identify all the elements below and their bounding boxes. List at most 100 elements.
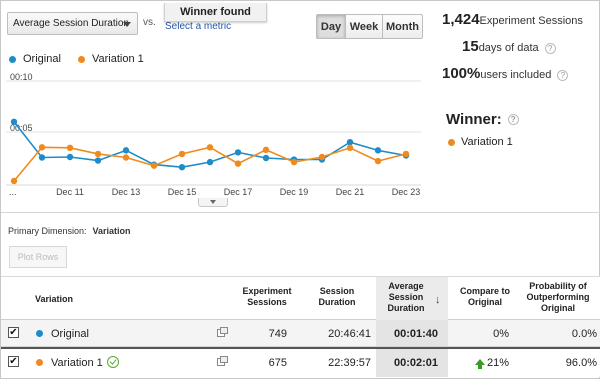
- x-tick-label: Dec 21: [336, 187, 365, 197]
- data-point-variation: [122, 154, 130, 161]
- table-header: Variation Experiment Sessions Session Du…: [1, 276, 600, 321]
- data-point-variation: [150, 162, 158, 169]
- data-point-variation: [374, 157, 382, 165]
- data-point-variation: [66, 144, 74, 152]
- x-tick-label: Dec 17: [224, 187, 253, 197]
- stat-days-label: days of data: [478, 42, 539, 54]
- table-row: ✔ Original 749 20:46:41 00:01:40 0% 0.0%: [1, 320, 600, 347]
- y-tick-label: 00:10: [10, 72, 33, 82]
- help-icon[interactable]: ?: [507, 114, 519, 125]
- series-dot-original: [36, 330, 43, 337]
- vs-label: vs.: [143, 17, 156, 28]
- stat-days: 15 days of data ?: [462, 38, 556, 55]
- primary-dimension-label: Primary Dimension:: [8, 226, 87, 236]
- data-point-original: [10, 118, 18, 125]
- chart-collapse-toggle[interactable]: [198, 198, 228, 207]
- stat-sessions: 1,424 Experiment Sessions: [442, 11, 583, 28]
- data-point-original: [346, 139, 354, 146]
- row-sessions: 675: [268, 357, 287, 369]
- legend-variation: Variation 1: [78, 53, 144, 65]
- range-day-button[interactable]: Day: [316, 14, 346, 39]
- section-divider: [1, 212, 600, 213]
- data-point-original: [234, 149, 242, 156]
- data-point-original: [374, 147, 382, 154]
- row-compare: 21%: [486, 357, 509, 369]
- data-point-variation: [178, 150, 186, 158]
- data-point-variation: [94, 150, 102, 158]
- data-point-variation: [290, 158, 298, 166]
- legend-original: Original: [9, 53, 61, 65]
- x-tick-label: ...: [9, 187, 17, 197]
- legend-dot-original: [9, 55, 16, 63]
- winner-found-banner: Winner found: [164, 3, 267, 22]
- row-checkbox[interactable]: ✔: [8, 327, 19, 338]
- data-point-original: [38, 154, 46, 161]
- primary-dimension: Primary Dimension: Variation: [8, 226, 131, 236]
- table-row: ✔ Variation 1 675 22:39:57 00:02:01 21% …: [1, 347, 600, 377]
- x-tick-label: Dec 23: [392, 187, 421, 197]
- stat-sessions-value: 1,424: [442, 11, 480, 28]
- data-point-original: [122, 147, 130, 154]
- row-avg-duration: 00:02:01: [393, 357, 438, 369]
- data-point-variation: [318, 153, 326, 161]
- legend-original-label: Original: [23, 53, 61, 65]
- data-point-variation: [402, 150, 410, 158]
- row-variation-name[interactable]: Variation 1: [51, 357, 103, 369]
- winner-dot: [448, 138, 455, 146]
- series-dot-variation: [36, 359, 43, 366]
- help-icon[interactable]: ?: [557, 70, 569, 81]
- range-week-button[interactable]: Week: [345, 14, 383, 39]
- row-compare: 0%: [493, 328, 509, 340]
- data-point-variation: [234, 160, 242, 167]
- plot-rows-button[interactable]: Plot Rows: [9, 246, 67, 268]
- stat-users: 100% users included ?: [442, 65, 569, 82]
- data-point-original: [66, 153, 74, 161]
- row-probability: 0.0%: [571, 328, 597, 340]
- row-variation-name[interactable]: Original: [51, 328, 89, 340]
- data-point-variation: [206, 144, 214, 151]
- winner-title: Winner: ?: [446, 111, 519, 128]
- data-point-variation: [38, 144, 46, 151]
- header-probability[interactable]: Probability of Outperforming Original: [522, 281, 594, 314]
- metric-select-label: Average Session Duration: [13, 18, 129, 29]
- stat-sessions-label: Experiment Sessions: [479, 15, 583, 27]
- winner-name: Variation 1: [461, 136, 513, 148]
- x-tick-label: Dec 15: [168, 187, 197, 197]
- header-compare[interactable]: Compare to Original: [453, 286, 517, 308]
- chevron-down-icon: [123, 22, 131, 27]
- chart-svg: 00:1000:05... Dec 11 Dec 13 Dec 15 Dec 17 Dec…: [6, 72, 421, 197]
- header-duration[interactable]: Session Duration: [307, 286, 367, 308]
- open-segment-icon[interactable]: [217, 356, 228, 366]
- x-tick-label: Dec 11: [56, 187, 84, 197]
- data-point-original: [178, 163, 186, 171]
- winner-title-text: Winner:: [446, 111, 502, 128]
- help-icon[interactable]: ?: [544, 43, 556, 54]
- primary-dimension-value[interactable]: Variation: [93, 226, 131, 236]
- data-point-original: [94, 157, 102, 164]
- row-checkbox[interactable]: ✔: [8, 356, 19, 367]
- row-duration: 20:46:41: [328, 328, 371, 340]
- stat-users-value: 100%: [442, 65, 481, 82]
- select-metric-link[interactable]: Select a metric: [165, 21, 231, 32]
- header-sessions[interactable]: Experiment Sessions: [239, 286, 295, 308]
- stat-users-label: users included: [480, 69, 552, 81]
- sort-desc-icon[interactable]: ↓: [435, 294, 441, 306]
- row-probability: 96.0%: [565, 357, 597, 369]
- winner-check-icon: [107, 356, 119, 368]
- metric-select[interactable]: Average Session Duration: [7, 12, 138, 35]
- legend-dot-variation: [78, 55, 85, 63]
- row-sessions: 749: [268, 328, 287, 340]
- open-segment-icon[interactable]: [217, 327, 228, 337]
- experiment-report: Average Session Duration vs. Select a me…: [0, 0, 600, 379]
- line-chart: 00:10 00:05... Dec 11 Dec 13 Dec 15 Dec 17 Dec…: [1, 69, 426, 201]
- x-tick-label: Dec 13: [112, 187, 141, 197]
- data-point-original: [262, 154, 270, 162]
- range-month-button[interactable]: Month: [382, 14, 423, 39]
- data-point-variation: [10, 177, 18, 185]
- row-avg-duration: 00:01:40: [393, 328, 438, 340]
- row-duration: 22:39:57: [328, 357, 371, 369]
- header-variation[interactable]: Variation: [35, 294, 73, 305]
- data-point-variation: [262, 146, 270, 154]
- winner-variation: Variation 1: [448, 136, 513, 148]
- header-avg-duration[interactable]: Average Session Duration: [381, 281, 431, 314]
